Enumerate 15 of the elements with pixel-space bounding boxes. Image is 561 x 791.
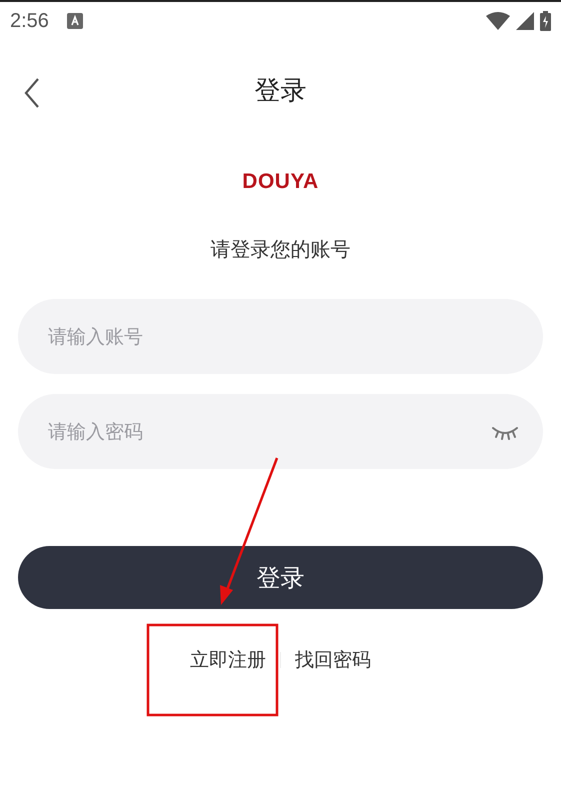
back-chevron-icon [24, 78, 40, 108]
register-link[interactable]: 立即注册 [190, 647, 266, 673]
battery-icon [540, 11, 551, 31]
status-time: 2:56 [10, 10, 49, 32]
signal-icon [516, 12, 534, 30]
wifi-icon [486, 12, 510, 30]
subtitle: 请登录您的账号 [210, 236, 352, 263]
account-field[interactable]: 请输入账号 [18, 299, 543, 374]
login-button[interactable]: 登录 [18, 546, 543, 609]
logo: DOUYA [242, 170, 319, 194]
eye-closed-icon[interactable] [491, 424, 519, 440]
page-title: 登录 [254, 74, 306, 108]
forgot-password-link[interactable]: 找回密码 [295, 647, 371, 673]
password-field[interactable]: 请输入密码 [18, 394, 543, 469]
keyboard-notification-icon [66, 13, 83, 29]
